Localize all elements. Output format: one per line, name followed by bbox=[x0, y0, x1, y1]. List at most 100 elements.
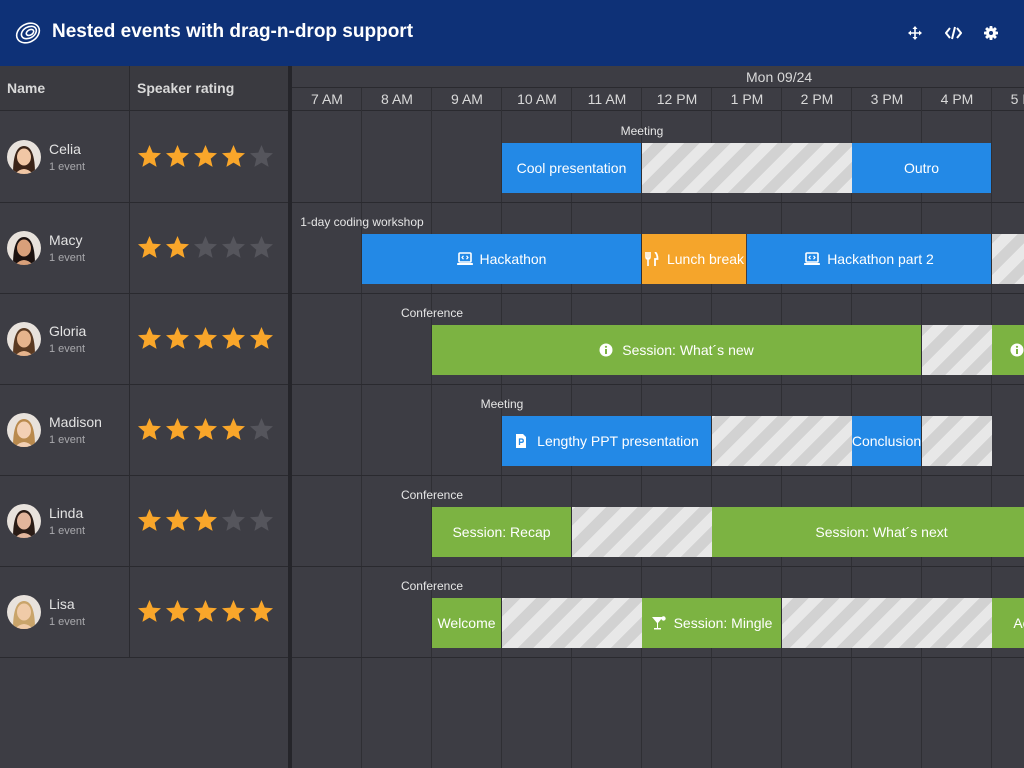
event-count: 1 event bbox=[49, 343, 86, 355]
cocktail-icon bbox=[651, 616, 666, 630]
parent-event-label[interactable]: Meeting bbox=[302, 397, 702, 411]
row-gridline bbox=[292, 384, 1024, 385]
hour-label: 10 AM bbox=[517, 91, 557, 107]
star-filled-icon[interactable] bbox=[165, 326, 190, 351]
resource-row[interactable]: Gloria 1 event bbox=[0, 294, 288, 385]
move-icon bbox=[908, 26, 922, 40]
nested-event[interactable]: Ac bbox=[992, 598, 1024, 648]
star-empty-icon[interactable] bbox=[249, 508, 274, 533]
parent-event-label[interactable]: Meeting bbox=[442, 124, 842, 138]
speaker-name: Celia bbox=[49, 141, 81, 157]
parent-event-label[interactable]: Conference bbox=[292, 306, 632, 320]
star-empty-icon[interactable] bbox=[221, 508, 246, 533]
star-filled-icon[interactable] bbox=[137, 326, 162, 351]
star-rating[interactable] bbox=[137, 326, 274, 351]
nested-event[interactable] bbox=[992, 325, 1024, 375]
nested-event[interactable]: Session: Recap bbox=[432, 507, 571, 557]
nested-event[interactable]: Session: Mingle bbox=[642, 598, 781, 648]
avatar bbox=[7, 140, 41, 174]
resource-row[interactable]: Celia 1 event bbox=[0, 112, 288, 203]
gap-hatch bbox=[642, 143, 852, 193]
laptop-code-icon bbox=[456, 252, 473, 265]
hour-label: 9 AM bbox=[451, 91, 483, 107]
star-filled-icon[interactable] bbox=[137, 235, 162, 260]
gap-hatch bbox=[922, 416, 992, 466]
star-filled-icon[interactable] bbox=[221, 326, 246, 351]
hour-label: 11 AM bbox=[587, 91, 627, 107]
speaker-name: Linda bbox=[49, 505, 84, 521]
star-filled-icon[interactable] bbox=[137, 508, 162, 533]
star-rating[interactable] bbox=[137, 417, 274, 442]
nested-event[interactable]: Lengthy PPT presentation bbox=[502, 416, 711, 466]
avatar bbox=[7, 231, 41, 265]
hour-header: 7 AM 8 AM 9 AM 10 AM 11 AM 12 PM 1 PM 2 PM 3 PM 4… bbox=[292, 88, 1024, 111]
resource-grid: Name Speaker rating Celia 1 event Macy 1 ev… bbox=[0, 66, 288, 768]
nested-event[interactable]: Outro bbox=[852, 143, 991, 193]
event-label: Hackathon bbox=[479, 251, 547, 267]
nested-event[interactable]: Lunch break bbox=[642, 234, 746, 284]
star-filled-icon[interactable] bbox=[165, 417, 190, 442]
drag-mode-button[interactable] bbox=[903, 22, 927, 44]
event-count: 1 event bbox=[49, 434, 86, 446]
view-code-button[interactable] bbox=[941, 22, 965, 44]
gear-icon bbox=[984, 26, 998, 40]
star-filled-icon[interactable] bbox=[193, 417, 218, 442]
resource-row[interactable]: Macy 1 event bbox=[0, 203, 288, 294]
parent-event-label[interactable]: 1-day coding workshop bbox=[292, 215, 562, 229]
gap-hatch bbox=[992, 234, 1024, 284]
star-empty-icon[interactable] bbox=[249, 144, 274, 169]
hour-label: 2 PM bbox=[800, 91, 834, 107]
parent-event-label[interactable]: Conference bbox=[292, 488, 632, 502]
star-filled-icon[interactable] bbox=[165, 144, 190, 169]
row-gridline bbox=[292, 566, 1024, 567]
column-header-name[interactable]: Name bbox=[7, 80, 45, 96]
star-filled-icon[interactable] bbox=[193, 144, 218, 169]
nested-event[interactable]: Welcome bbox=[432, 598, 501, 648]
nested-event[interactable]: Cool presentation bbox=[502, 143, 641, 193]
star-empty-icon[interactable] bbox=[249, 417, 274, 442]
resource-row[interactable]: Linda 1 event bbox=[0, 476, 288, 567]
resource-row[interactable]: Madison 1 event bbox=[0, 385, 288, 476]
app-header: Nested events with drag-n-drop support bbox=[0, 0, 1024, 66]
nested-event[interactable]: Conclusion bbox=[852, 416, 921, 466]
star-empty-icon[interactable] bbox=[221, 235, 246, 260]
star-empty-icon[interactable] bbox=[249, 235, 274, 260]
star-filled-icon[interactable] bbox=[193, 508, 218, 533]
star-filled-icon[interactable] bbox=[165, 599, 190, 624]
star-filled-icon[interactable] bbox=[193, 326, 218, 351]
hour-label: 12 PM bbox=[656, 91, 698, 107]
star-filled-icon[interactable] bbox=[137, 599, 162, 624]
star-filled-icon[interactable] bbox=[193, 599, 218, 624]
star-filled-icon[interactable] bbox=[221, 599, 246, 624]
star-filled-icon[interactable] bbox=[249, 326, 274, 351]
file-powerpoint-icon bbox=[516, 434, 527, 448]
star-empty-icon[interactable] bbox=[193, 235, 218, 260]
resource-row[interactable]: Lisa 1 event bbox=[0, 567, 288, 658]
code-icon bbox=[944, 26, 962, 40]
star-filled-icon[interactable] bbox=[137, 144, 162, 169]
settings-button[interactable] bbox=[979, 22, 1003, 44]
star-filled-icon[interactable] bbox=[221, 144, 246, 169]
nested-event[interactable]: Session: What´s new bbox=[432, 325, 921, 375]
star-rating[interactable] bbox=[137, 599, 274, 624]
hour-gridline bbox=[431, 88, 432, 768]
column-header-rating[interactable]: Speaker rating bbox=[137, 80, 234, 96]
event-count: 1 event bbox=[49, 161, 86, 173]
star-rating[interactable] bbox=[137, 144, 274, 169]
event-label: Session: What´s new bbox=[622, 342, 754, 358]
star-filled-icon[interactable] bbox=[165, 235, 190, 260]
event-label: Welcome bbox=[437, 615, 496, 631]
star-rating[interactable] bbox=[137, 508, 274, 533]
nested-event[interactable]: Session: What´s next bbox=[712, 507, 1024, 557]
star-rating[interactable] bbox=[137, 235, 274, 260]
event-count: 1 event bbox=[49, 525, 86, 537]
nested-event[interactable]: Hackathon part 2 bbox=[747, 234, 991, 284]
laptop-code-icon bbox=[804, 252, 821, 265]
nested-event[interactable]: Hackathon bbox=[362, 234, 641, 284]
date-label: Mon 09/24 bbox=[746, 69, 813, 85]
parent-event-label[interactable]: Conference bbox=[292, 579, 632, 593]
star-filled-icon[interactable] bbox=[249, 599, 274, 624]
star-filled-icon[interactable] bbox=[221, 417, 246, 442]
star-filled-icon[interactable] bbox=[165, 508, 190, 533]
star-filled-icon[interactable] bbox=[137, 417, 162, 442]
